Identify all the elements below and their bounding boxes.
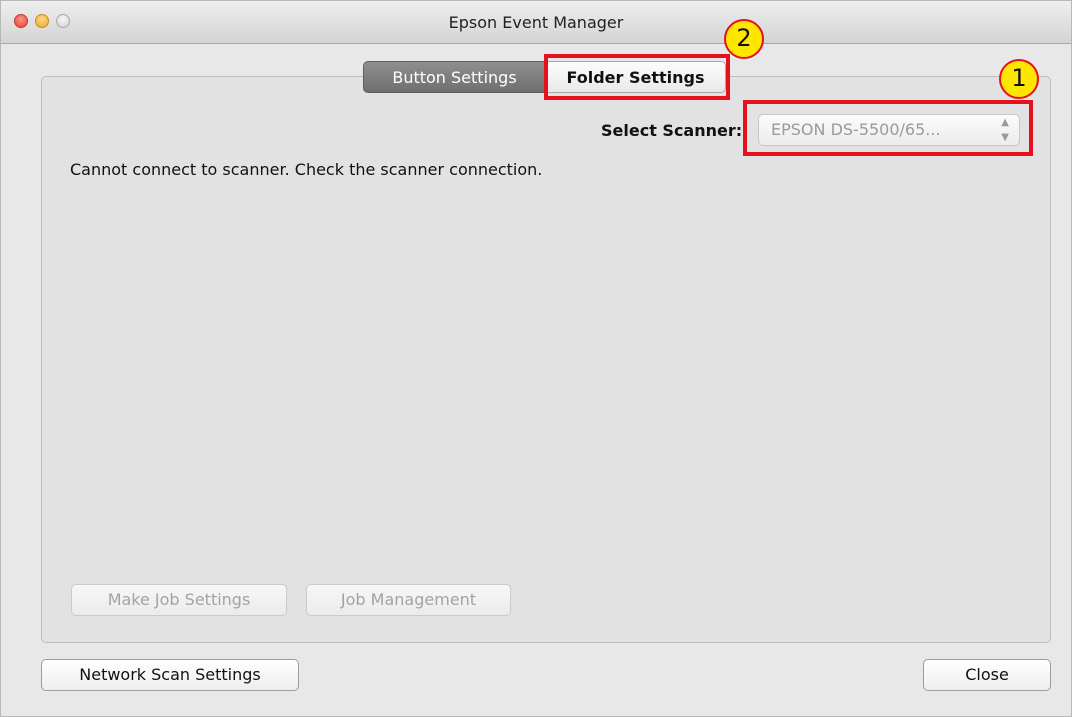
callout-number-2: 2 [724, 19, 764, 59]
make-job-settings-button[interactable]: Make Job Settings [71, 584, 287, 616]
window-title: Epson Event Manager [448, 13, 624, 32]
title-bar: Epson Event Manager [1, 1, 1071, 44]
callout-number-1: 1 [999, 59, 1039, 99]
tab-button-settings[interactable]: Button Settings [363, 61, 546, 93]
job-management-button[interactable]: Job Management [306, 584, 511, 616]
epson-event-manager-window: Epson Event Manager Button Settings Fold… [0, 0, 1072, 717]
close-button[interactable]: Close [923, 659, 1051, 691]
select-scanner-label: Select Scanner: [601, 121, 743, 140]
callout-box-folder-settings [544, 54, 730, 100]
network-scan-settings-button[interactable]: Network Scan Settings [41, 659, 299, 691]
callout-box-select-scanner [743, 100, 1033, 156]
connection-error-message: Cannot connect to scanner. Check the sca… [70, 160, 543, 179]
